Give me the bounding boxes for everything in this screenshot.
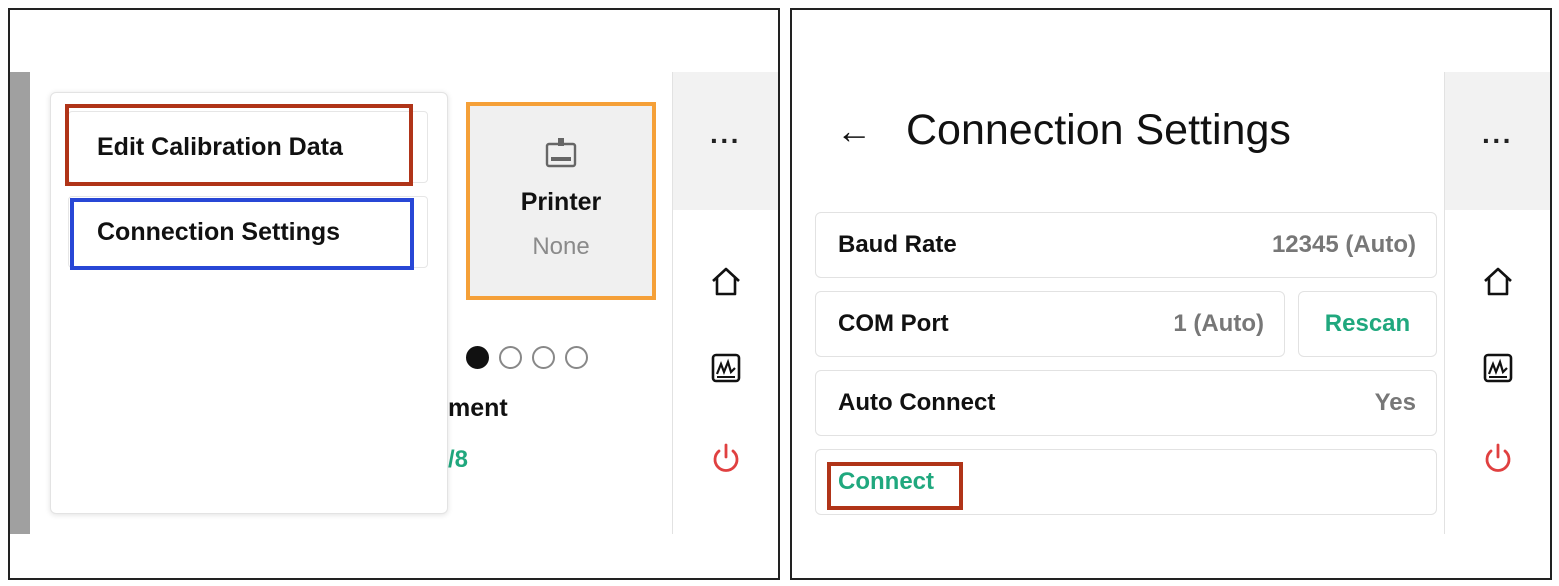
power-icon[interactable]: [710, 442, 742, 476]
more-icon: ···: [710, 125, 741, 156]
right-screenshot-panel: ← Connection Settings Baud Rate 12345 (A…: [790, 8, 1552, 580]
page-dot[interactable]: [499, 346, 522, 369]
connect-row[interactable]: Connect: [815, 449, 1437, 515]
rescan-button[interactable]: Rescan: [1298, 291, 1437, 357]
graph-icon[interactable]: [1482, 352, 1514, 384]
menu-item-edit-calibration[interactable]: Edit Calibration Data: [68, 111, 428, 183]
com-port-row[interactable]: COM Port 1 (Auto): [815, 291, 1285, 357]
home-icon[interactable]: [1481, 264, 1515, 298]
more-menu-button[interactable]: ···: [673, 72, 778, 210]
page-dot-active[interactable]: [466, 346, 489, 369]
connect-button[interactable]: Connect: [838, 468, 934, 496]
partial-label: ment: [448, 394, 508, 422]
back-arrow-icon[interactable]: ←: [836, 110, 872, 152]
printer-value: None: [532, 233, 590, 260]
partial-value: /8: [448, 446, 469, 473]
page-dot[interactable]: [532, 346, 555, 369]
baud-rate-value: 12345 (Auto): [1271, 231, 1416, 258]
home-icon[interactable]: [709, 264, 743, 298]
baud-rate-label: Baud Rate: [838, 231, 957, 258]
printer-card[interactable]: Printer None: [466, 102, 656, 300]
left-screenshot-panel: Printer None ment /8 Edit Calibration Da…: [8, 8, 780, 580]
printer-label: Printer: [520, 188, 602, 216]
more-menu-button[interactable]: ···: [1445, 72, 1550, 210]
auto-connect-value: Yes: [1374, 389, 1416, 416]
com-port-label: COM Port: [838, 310, 949, 337]
printer-icon: [545, 138, 577, 168]
power-icon[interactable]: [1482, 442, 1514, 476]
right-sidebar: ···: [1444, 72, 1550, 534]
carousel-indicator: [466, 346, 588, 369]
menu-item-connection-settings[interactable]: Connection Settings: [68, 196, 428, 268]
auto-connect-label: Auto Connect: [838, 389, 996, 416]
background-overlay: [10, 72, 30, 534]
auto-connect-row[interactable]: Auto Connect Yes: [815, 370, 1437, 436]
page-header: ← Connection Settings: [836, 106, 1291, 155]
right-sidebar: ···: [672, 72, 778, 534]
baud-rate-row[interactable]: Baud Rate 12345 (Auto): [815, 212, 1437, 278]
com-port-value: 1 (Auto): [1173, 310, 1264, 337]
more-icon: ···: [1482, 125, 1513, 156]
page-title: Connection Settings: [906, 106, 1291, 154]
graph-icon[interactable]: [710, 352, 742, 384]
page-dot[interactable]: [565, 346, 588, 369]
